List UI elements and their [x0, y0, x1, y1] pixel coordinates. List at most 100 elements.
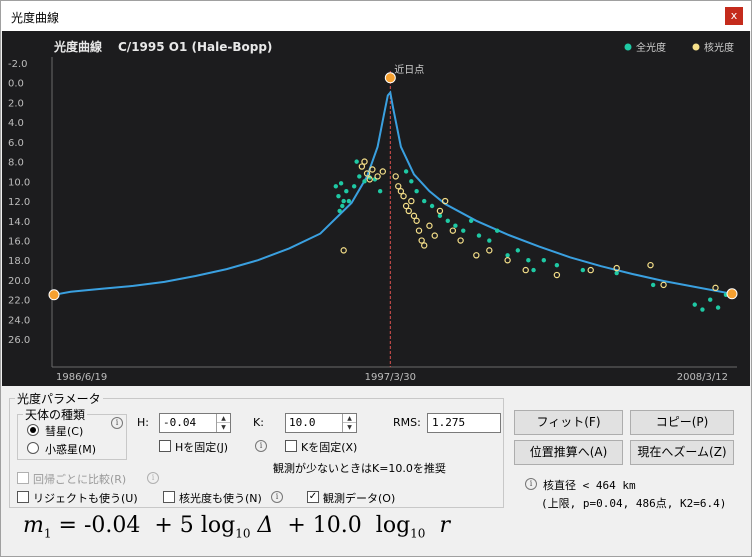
diameter-info-icon[interactable]: i — [525, 478, 537, 490]
total-point — [357, 174, 362, 179]
total-point — [531, 267, 536, 273]
formula-sub1: 1 — [43, 526, 52, 541]
y-tick-label: 14.0 — [8, 217, 30, 228]
y-tick-label: 26.0 — [8, 335, 30, 346]
nucleus-point — [712, 284, 719, 292]
compare-each-label: 回帰ごとに比較(R) — [33, 473, 127, 486]
total-point — [494, 228, 500, 233]
comet-radio[interactable] — [27, 424, 39, 436]
perihelion-label: 近日点 — [394, 63, 424, 76]
body-type-label: 天体の種類 — [23, 406, 88, 423]
legend-nucleus-marker — [692, 43, 700, 51]
total-point — [340, 203, 345, 209]
asteroid-radio[interactable] — [27, 442, 39, 454]
total-point — [453, 223, 458, 228]
body-type-info-icon[interactable]: i — [111, 417, 123, 429]
nucleus-magnitude-points — [340, 158, 719, 292]
photometric-params-label: 光度パラメータ — [15, 390, 103, 407]
formula-m: m — [23, 513, 44, 538]
comet-radio-label: 彗星(C) — [45, 425, 84, 438]
endpoint-marker — [726, 288, 738, 300]
rms-field: 1.275 — [427, 413, 501, 433]
nucleus-point — [395, 183, 402, 190]
total-point — [429, 203, 435, 209]
nucleus-point — [436, 207, 444, 215]
y-tick-label: -2.0 — [8, 59, 28, 70]
k-hint-text: 観測が少ないときはK=10.0を推奨 — [273, 462, 446, 475]
light-curve-chart[interactable]: 光度曲線 C/1995 O1 (Hale-Bopp) 全光度 核光度 -2.0 0… — [2, 31, 750, 386]
formula-sub10a: 10 — [235, 526, 251, 541]
total-point — [515, 248, 521, 253]
window-title: 光度曲線 — [11, 11, 60, 25]
nucleus-point — [660, 281, 667, 289]
chart-title: 光度曲線 — [53, 39, 102, 54]
formula-eq: = — [58, 513, 77, 538]
chart-legend: 全光度 核光度 — [624, 41, 734, 54]
total-point — [526, 258, 531, 263]
fix-h-checkbox[interactable] — [159, 440, 171, 452]
total-point — [333, 184, 339, 189]
total-point — [338, 181, 344, 186]
magnitude-formula: m1 = -0.04 + 5 log10 Δ + 10.0 log10 r — [23, 513, 450, 540]
total-point — [403, 169, 409, 174]
compare-info-icon[interactable]: i — [147, 472, 159, 484]
legend-total-label: 全光度 — [636, 41, 666, 54]
fit-button[interactable]: フィット(F) — [514, 410, 623, 435]
k-value: 10.0 — [289, 416, 316, 429]
y-tick-label: 22.0 — [8, 296, 30, 307]
nucleus-point — [415, 227, 423, 234]
total-point — [505, 253, 510, 258]
total-point — [409, 179, 414, 184]
fix-h-label: Hを固定(J) — [175, 441, 229, 454]
formula-plus5: + 5 — [154, 513, 194, 538]
h-down-arrow-icon[interactable]: ▼ — [217, 423, 230, 432]
light-curve-plot[interactable]: 光度曲線 C/1995 O1 (Hale-Bopp) 全光度 核光度 -2.0 0… — [2, 31, 750, 386]
to-position-button[interactable]: 位置推算へ(A) — [514, 440, 623, 465]
k-up-arrow-icon[interactable]: ▲ — [343, 414, 356, 423]
obs-data-checkbox[interactable]: ✓ — [307, 491, 319, 503]
compare-each-checkbox[interactable] — [17, 472, 29, 484]
fix-info-icon[interactable]: i — [255, 440, 267, 452]
use-nucleus-checkbox[interactable] — [163, 491, 175, 503]
nucleus-point — [361, 158, 368, 165]
y-tick-label: 0.0 — [8, 79, 24, 90]
total-point — [341, 198, 346, 204]
total-point — [487, 238, 492, 243]
y-tick-label: 24.0 — [8, 315, 30, 326]
fix-k-checkbox[interactable] — [285, 440, 297, 452]
y-tick-label: 6.0 — [8, 138, 24, 149]
use-rejected-checkbox[interactable] — [17, 491, 29, 503]
y-tick-label: 8.0 — [8, 158, 24, 169]
nucleus-point — [408, 197, 415, 205]
x-tick-labels: 1986/6/19 1997/3/30 2008/3/12 — [56, 372, 728, 383]
formula-log2: log — [375, 513, 411, 538]
nucleus-point — [486, 247, 493, 254]
y-tick-label: 18.0 — [8, 256, 30, 267]
total-point — [414, 189, 419, 194]
nucleus-point — [522, 266, 529, 274]
nucleus-info-icon[interactable]: i — [271, 491, 283, 503]
h-spinner[interactable]: -0.04 ▲ ▼ — [159, 413, 231, 433]
close-button[interactable]: x — [725, 7, 743, 25]
h-up-arrow-icon[interactable]: ▲ — [217, 414, 230, 423]
k-spinner[interactable]: 10.0 ▲ ▼ — [285, 413, 357, 433]
nucleus-point — [405, 207, 412, 215]
nucleus-point — [587, 266, 594, 274]
nucleus-point — [449, 227, 457, 234]
copy-button[interactable]: コピー(P) — [630, 410, 734, 435]
model-curve — [53, 90, 733, 296]
nucleus-point — [400, 192, 407, 200]
x-tick-label: 1986/6/19 — [56, 372, 107, 383]
total-point — [362, 179, 367, 184]
asteroid-radio-label: 小惑星(M) — [45, 443, 97, 456]
total-point — [715, 305, 721, 310]
y-tick-label: 20.0 — [8, 276, 30, 287]
use-nucleus-label: 核光度も使う(N) — [179, 492, 262, 505]
total-point — [445, 218, 450, 223]
k-down-arrow-icon[interactable]: ▼ — [343, 423, 356, 432]
zoom-now-button[interactable]: 現在へズーム(Z) — [630, 440, 734, 465]
total-point — [377, 189, 383, 194]
total-point — [692, 302, 697, 307]
k-label: K: — [253, 416, 264, 429]
total-point — [700, 307, 705, 312]
